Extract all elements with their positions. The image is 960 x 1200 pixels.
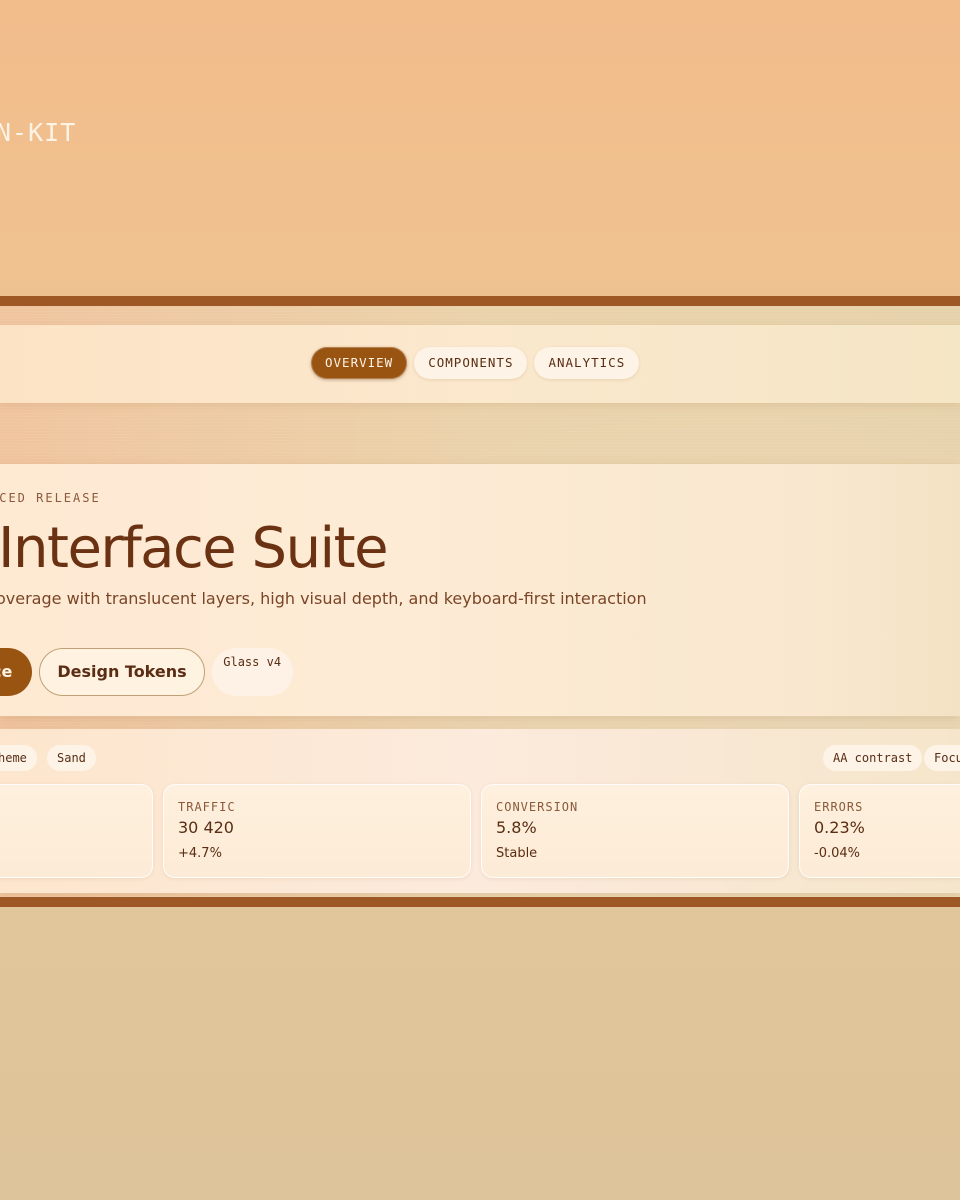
design-tokens-button[interactable]: Design Tokens (39, 648, 205, 696)
frame-top-bar (0, 296, 960, 306)
hero-actions: ce Design Tokens Glass v4 (0, 648, 293, 696)
frame-bottom-bar (0, 897, 960, 907)
tab-components[interactable]: COMPONENTS (414, 347, 528, 379)
metric-card-errors: ERRORS 0.23% -0.04% (799, 784, 960, 878)
metric-value: 0.23% (814, 818, 865, 837)
metric-card-partial (0, 784, 153, 878)
hero-title: Interface Suite (0, 516, 389, 581)
metric-label: TRAFFIC (178, 800, 236, 814)
aa-contrast-chip[interactable]: AA contrast (823, 745, 923, 771)
top-navigation: OVERVIEW COMPONENTS ANALYTICS (0, 325, 960, 403)
tab-overview[interactable]: OVERVIEW (311, 347, 408, 379)
metrics-panel: heme Sand AA contrast Focu TRAFFIC 30 42… (0, 729, 960, 893)
metric-label: ERRORS (814, 800, 864, 814)
hero-panel: NCED RELEASE Interface Suite overage wit… (0, 464, 960, 716)
metric-delta: Stable (496, 846, 538, 861)
primary-cta-button[interactable]: ce (0, 648, 33, 696)
app-window: OVERVIEW COMPONENTS ANALYTICS NCED RELEA… (0, 306, 960, 897)
metric-delta: +4.7% (178, 846, 222, 861)
metric-label: CONVERSION (496, 800, 579, 814)
tab-bar: OVERVIEW COMPONENTS ANALYTICS (311, 347, 640, 379)
metric-card-conversion: CONVERSION 5.8% Stable (481, 784, 789, 878)
version-badge: Glass v4 (211, 648, 293, 696)
hero-subtitle: overage with translucent layers, high vi… (0, 589, 647, 608)
brand-wordmark: N-KIT (0, 118, 77, 147)
focus-chip[interactable]: Focu (924, 745, 960, 771)
theme-chip[interactable]: heme (0, 745, 37, 771)
metric-value: 5.8% (496, 818, 537, 837)
metric-value: 30 420 (178, 818, 234, 837)
sand-chip[interactable]: Sand (47, 745, 96, 771)
hero-eyebrow: NCED RELEASE (0, 491, 101, 505)
metric-delta: -0.04% (814, 846, 860, 861)
tab-analytics[interactable]: ANALYTICS (534, 347, 640, 379)
metric-card-traffic: TRAFFIC 30 420 +4.7% (163, 784, 471, 878)
